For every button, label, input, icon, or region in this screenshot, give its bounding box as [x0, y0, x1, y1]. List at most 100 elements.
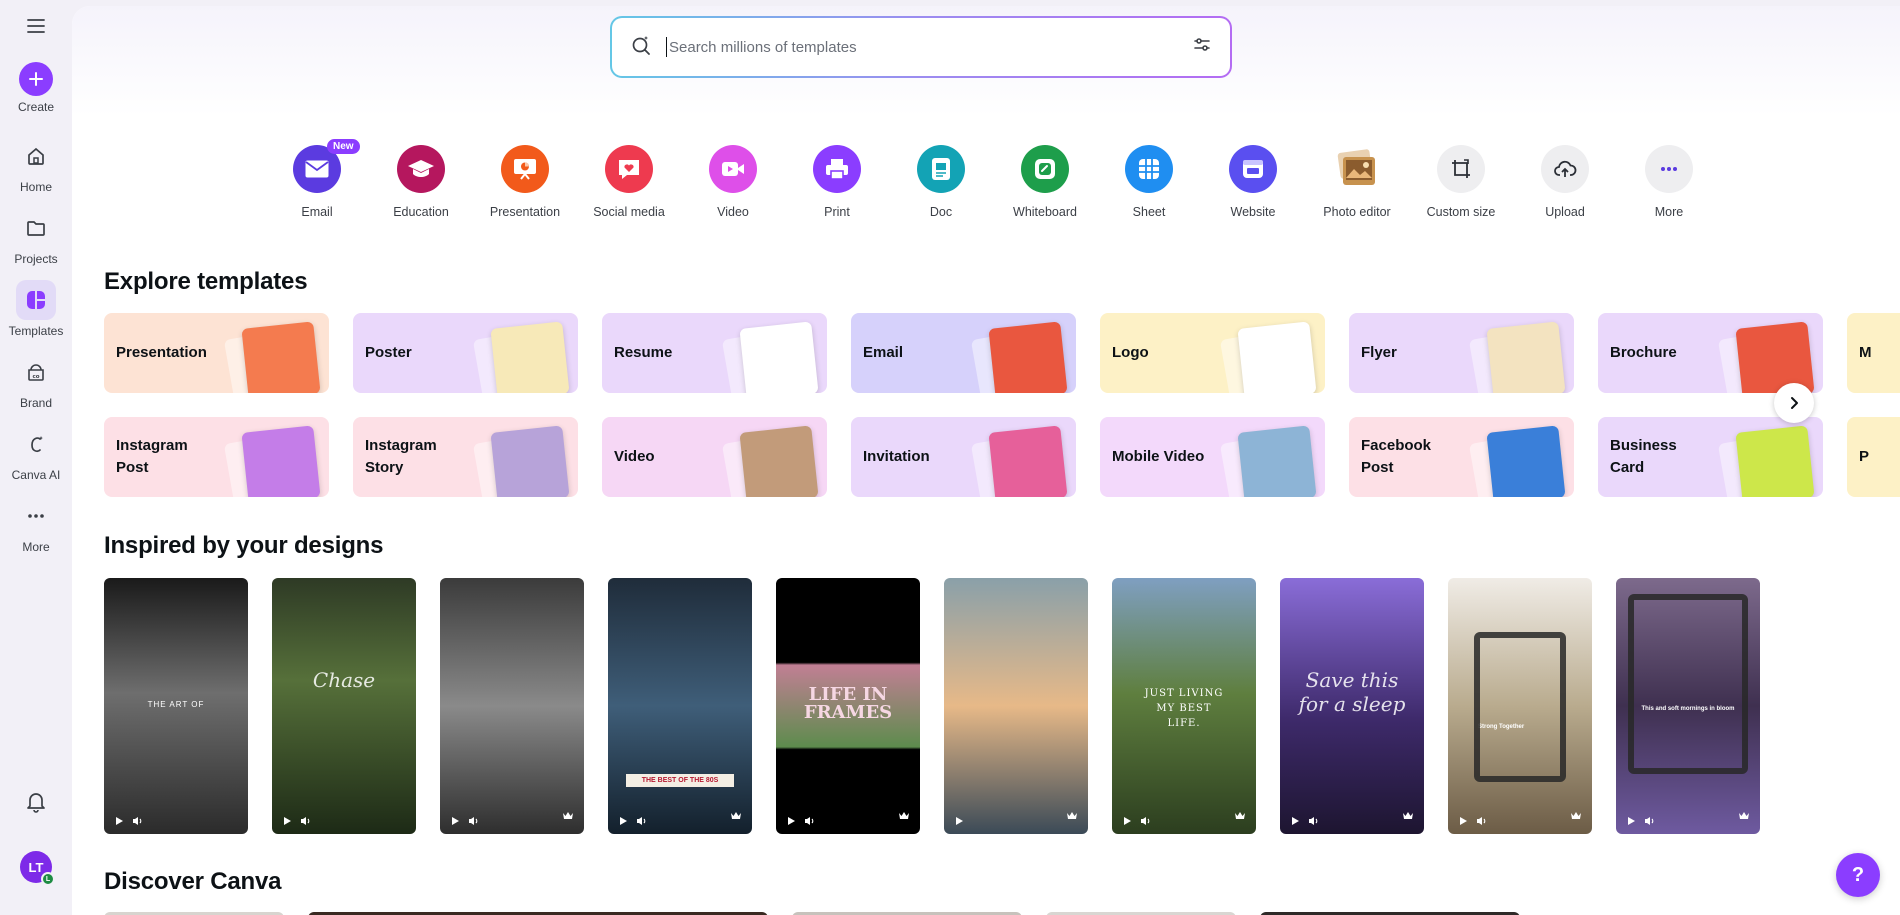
category-presentation[interactable]: Presentation [473, 145, 577, 219]
template-card[interactable]: Poster [353, 313, 578, 393]
sidebar-item-canva-ai[interactable]: Canva AI [0, 424, 72, 482]
premium-crown-icon [562, 807, 574, 825]
video-controls [1122, 816, 1152, 826]
sidebar-item-templates[interactable]: Templates [0, 280, 72, 338]
play-icon[interactable] [786, 816, 796, 826]
sidebar-item-label: Canva AI [11, 468, 61, 482]
sidebar-item-create[interactable]: Create [0, 62, 72, 114]
category-education[interactable]: Education [369, 145, 473, 219]
template-card[interactable]: Facebook Post [1349, 417, 1574, 497]
website-icon [1229, 145, 1277, 193]
design-thumbnail[interactable]: LIFE IN FRAMES [776, 578, 920, 834]
design-thumbnail[interactable]: THE ART OF [104, 578, 248, 834]
play-icon[interactable] [114, 816, 124, 826]
heart-message-icon [605, 145, 653, 193]
template-label: Business Card [1610, 437, 1677, 476]
play-icon[interactable] [1626, 816, 1636, 826]
design-thumbnail[interactable]: Strong Together [1448, 578, 1592, 834]
design-thumbnail[interactable]: THE BEST OF THE 80S [608, 578, 752, 834]
avatar-badge: L [41, 872, 55, 886]
category-custom-size[interactable]: Custom size [1409, 145, 1513, 219]
notifications-bell-icon[interactable] [25, 790, 47, 819]
main-panel: New Email Education Presentation Social … [72, 6, 1900, 915]
play-icon[interactable] [282, 816, 292, 826]
crop-icon [1437, 145, 1485, 193]
category-website[interactable]: Website [1201, 145, 1305, 219]
template-card[interactable]: Instagram Story [353, 417, 578, 497]
sidebar-item-projects[interactable]: Projects [0, 208, 72, 266]
category-label: Social media [593, 205, 665, 219]
category-whiteboard[interactable]: Whiteboard [993, 145, 1097, 219]
template-card[interactable]: Instagram Post [104, 417, 329, 497]
play-icon[interactable] [450, 816, 460, 826]
template-card[interactable]: Presentation [104, 313, 329, 393]
play-icon[interactable] [618, 816, 628, 826]
design-thumbnail[interactable]: Chase [272, 578, 416, 834]
play-icon[interactable] [954, 816, 964, 826]
volume-icon[interactable] [636, 816, 648, 826]
design-thumbnail[interactable]: JUST LIVING MY BEST LIFE. [1112, 578, 1256, 834]
template-card[interactable]: P [1847, 417, 1900, 497]
template-card[interactable]: Business Card [1598, 417, 1823, 497]
volume-icon[interactable] [468, 816, 480, 826]
design-thumbnail[interactable]: This and soft mornings in bloom [1616, 578, 1760, 834]
help-button[interactable]: ? [1836, 853, 1880, 897]
volume-icon[interactable] [300, 816, 312, 826]
menu-icon[interactable] [24, 14, 48, 38]
play-icon[interactable] [1122, 816, 1132, 826]
sidebar-item-brand[interactable]: co Brand [0, 352, 72, 410]
volume-icon[interactable] [1140, 816, 1152, 826]
sidebar-item-more[interactable]: More [0, 496, 72, 554]
avatar[interactable]: LT L [20, 851, 55, 886]
template-thumbnail [241, 321, 321, 393]
template-thumbnail [1486, 425, 1566, 497]
template-label: Brochure [1610, 344, 1677, 361]
volume-icon[interactable] [1308, 816, 1320, 826]
template-card[interactable]: Email [851, 313, 1076, 393]
design-thumbnail[interactable] [440, 578, 584, 834]
volume-icon[interactable] [1476, 816, 1488, 826]
search-input[interactable] [666, 37, 1192, 57]
volume-icon[interactable] [1644, 816, 1656, 826]
category-email[interactable]: New Email [265, 139, 369, 219]
search-bar[interactable] [610, 16, 1232, 78]
category-sheet[interactable]: Sheet [1097, 145, 1201, 219]
sidebar-item-label: Brand [19, 396, 53, 410]
template-thumbnail [1486, 321, 1566, 393]
sidebar-item-home[interactable]: Home [0, 136, 72, 194]
template-row-1: Presentation Poster Resume Email Logo Flyer Br… [104, 313, 1900, 393]
sidebar-item-label: Projects [14, 252, 58, 266]
template-label: Mobile Video [1112, 448, 1205, 465]
category-label: Print [824, 205, 850, 219]
template-card[interactable]: Brochure [1598, 313, 1823, 393]
premium-crown-icon [1066, 807, 1078, 825]
volume-icon[interactable] [804, 816, 816, 826]
volume-icon[interactable] [132, 816, 144, 826]
template-card[interactable]: Mobile Video [1100, 417, 1325, 497]
doc-icon [917, 145, 965, 193]
templates-next-button[interactable] [1774, 383, 1814, 423]
template-label: Instagram Post [116, 437, 188, 476]
category-more[interactable]: More [1617, 145, 1721, 219]
category-shortcuts: New Email Education Presentation Social … [265, 139, 1721, 219]
category-photo-editor[interactable]: Photo editor [1305, 145, 1409, 219]
design-thumbnail[interactable] [944, 578, 1088, 834]
category-doc[interactable]: Doc [889, 145, 993, 219]
printer-icon [813, 145, 861, 193]
template-card[interactable]: Invitation [851, 417, 1076, 497]
category-upload[interactable]: Upload [1513, 145, 1617, 219]
video-controls [1290, 816, 1320, 826]
svg-text:co: co [32, 374, 39, 380]
category-social-media[interactable]: Social media [577, 145, 681, 219]
template-card[interactable]: Video [602, 417, 827, 497]
template-card[interactable]: Resume [602, 313, 827, 393]
category-print[interactable]: Print [785, 145, 889, 219]
category-video[interactable]: Video [681, 145, 785, 219]
filter-sliders-icon[interactable] [1192, 35, 1212, 60]
play-icon[interactable] [1458, 816, 1468, 826]
design-thumbnail[interactable]: Save this for a sleep [1280, 578, 1424, 834]
template-card[interactable]: Logo [1100, 313, 1325, 393]
play-icon[interactable] [1290, 816, 1300, 826]
template-card[interactable]: Flyer [1349, 313, 1574, 393]
template-card[interactable]: M [1847, 313, 1900, 393]
